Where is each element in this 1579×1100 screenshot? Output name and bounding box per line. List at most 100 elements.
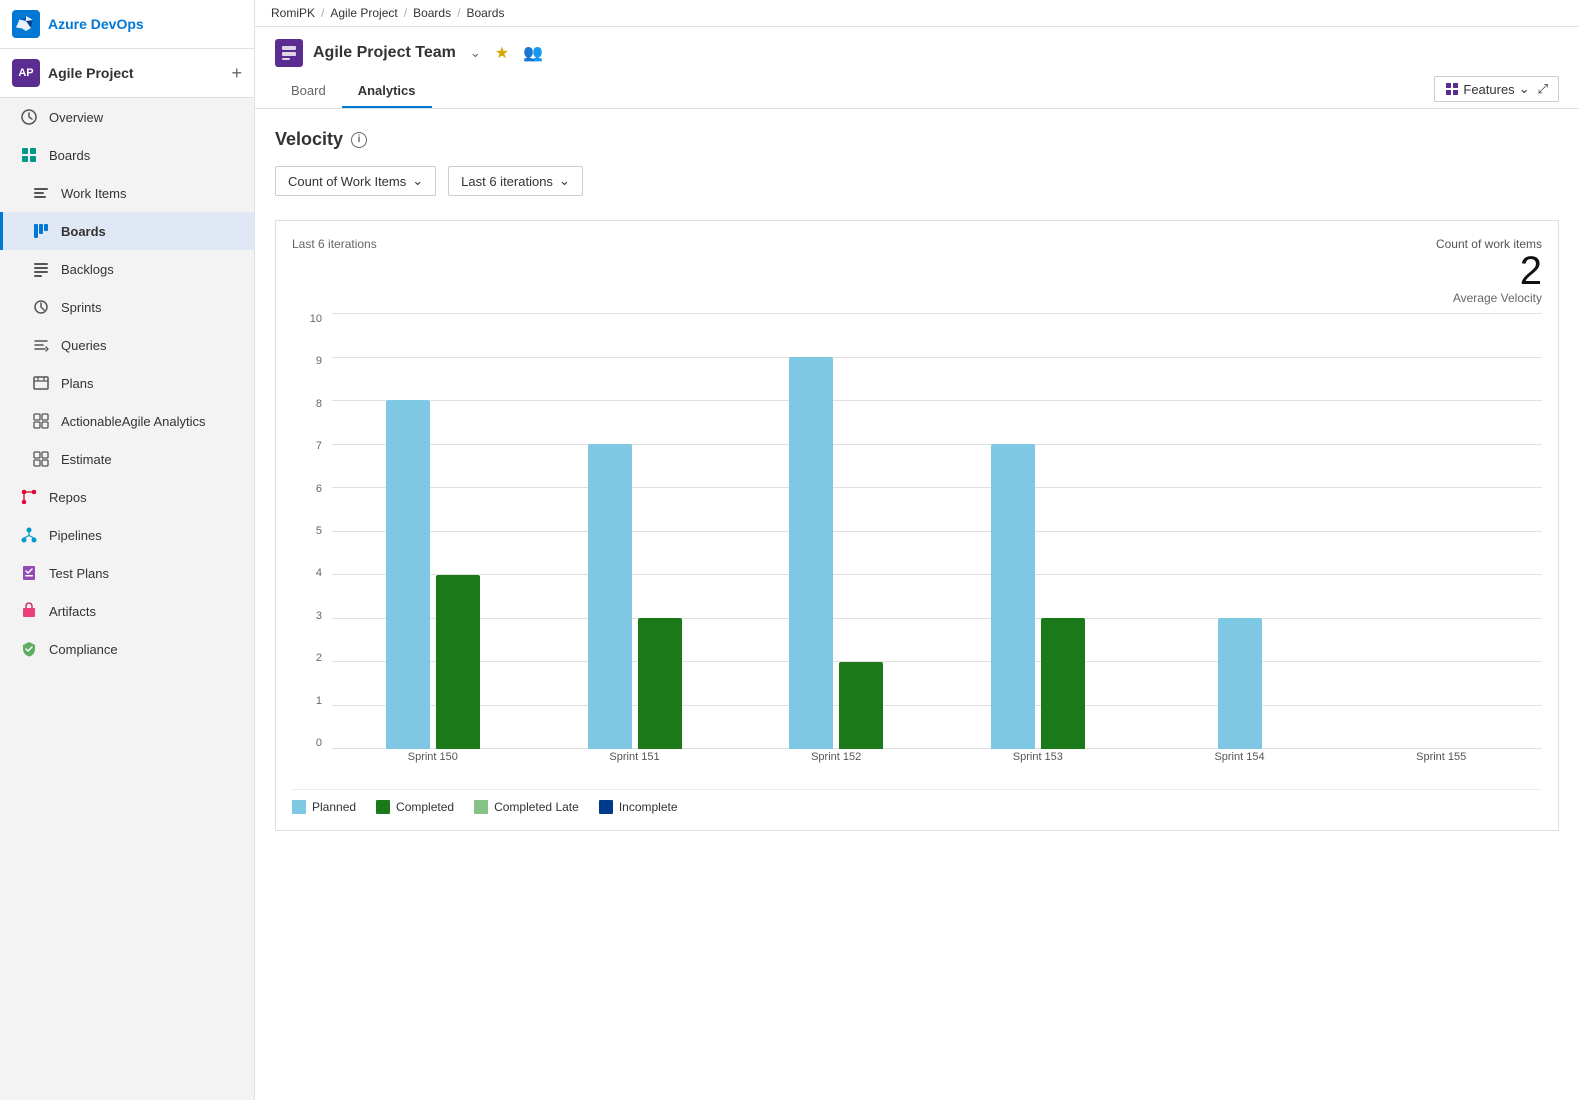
sprint-152-group <box>735 313 937 749</box>
team-name: Agile Project Team <box>313 44 456 62</box>
sprint-154-bars <box>1218 313 1262 749</box>
nav-boards[interactable]: Boards <box>0 212 254 250</box>
people-icon[interactable]: 👥 <box>523 43 543 63</box>
chart-label-right: Count of work items 2 Average Velocity <box>1436 237 1542 305</box>
metric-filter-dropdown[interactable]: Count of Work Items ⌄ <box>275 166 436 196</box>
artifacts-icon <box>19 601 39 621</box>
nav-work-items[interactable]: Work Items <box>0 174 254 212</box>
y-label-3: 3 <box>292 610 328 622</box>
nav-test-plans-label: Test Plans <box>49 566 109 581</box>
breadcrumb: RomiPK / Agile Project / Boards / Boards <box>255 0 1579 27</box>
sprint-152-bars <box>789 313 883 749</box>
repos-icon <box>19 487 39 507</box>
legend-incomplete-label: Incomplete <box>619 800 678 814</box>
section-title: Velocity i <box>275 129 1559 150</box>
nav-test-plans[interactable]: Test Plans <box>0 554 254 592</box>
iteration-filter-dropdown[interactable]: Last 6 iterations ⌄ <box>448 166 583 196</box>
project-name: Agile Project <box>48 65 223 81</box>
nav-backlogs[interactable]: Backlogs <box>0 250 254 288</box>
star-icon[interactable]: ★ <box>495 43 509 63</box>
nav-overview-label: Overview <box>49 110 103 125</box>
breadcrumb-romipk[interactable]: RomiPK <box>271 6 315 20</box>
nav-sprints-label: Sprints <box>61 300 101 315</box>
iteration-filter-label: Last 6 iterations <box>461 174 553 189</box>
features-chevron: ⌄ <box>1519 81 1530 97</box>
brand-header: Azure DevOps <box>0 0 254 49</box>
project-header[interactable]: AP Agile Project + <box>0 49 254 98</box>
team-chevron-icon[interactable]: ⌄ <box>470 45 481 61</box>
x-label-sprint151: Sprint 151 <box>534 751 736 773</box>
tab-board[interactable]: Board <box>275 75 342 108</box>
nav-boards-section[interactable]: Boards <box>0 136 254 174</box>
breadcrumb-agile-project[interactable]: Agile Project <box>330 6 397 20</box>
y-axis: 0 1 2 3 4 5 6 7 8 9 10 <box>292 313 328 749</box>
project-add-button[interactable]: + <box>231 63 242 84</box>
filter-row: Count of Work Items ⌄ Last 6 iterations … <box>275 166 1559 196</box>
nav-artifacts[interactable]: Artifacts <box>0 592 254 630</box>
backlogs-icon <box>31 259 51 279</box>
velocity-chart: Last 6 iterations Count of work items 2 … <box>275 220 1559 831</box>
x-label-sprint152: Sprint 152 <box>735 751 937 773</box>
x-label-sprint153: Sprint 153 <box>937 751 1139 773</box>
nav-estimate[interactable]: Estimate <box>0 440 254 478</box>
legend-completed: Completed <box>376 800 454 814</box>
sprint-153-planned-bar <box>991 444 1035 749</box>
nav-estimate-label: Estimate <box>61 452 112 467</box>
nav-sprints[interactable]: Sprints <box>0 288 254 326</box>
sprint-150-bars <box>386 313 480 749</box>
nav-overview[interactable]: Overview <box>0 98 254 136</box>
y-label-2: 2 <box>292 652 328 664</box>
legend-completed-label: Completed <box>396 800 454 814</box>
breadcrumb-boards2[interactable]: Boards <box>466 6 504 20</box>
breadcrumb-boards[interactable]: Boards <box>413 6 451 20</box>
nav-pipelines[interactable]: Pipelines <box>0 516 254 554</box>
compliance-icon <box>19 639 39 659</box>
legend-completed-late-label: Completed Late <box>494 800 579 814</box>
azure-devops-logo <box>12 10 40 38</box>
nav-backlogs-label: Backlogs <box>61 262 114 277</box>
nav-plans[interactable]: Plans <box>0 364 254 402</box>
sprint-150-completed-bar <box>436 575 480 749</box>
nav-actionable[interactable]: ActionableAgile Analytics <box>0 402 254 440</box>
sprint-153-completed-bar <box>1041 618 1085 749</box>
y-label-6: 6 <box>292 483 328 495</box>
chart-legend: Planned Completed Completed Late Incompl… <box>292 789 1542 814</box>
legend-incomplete: Incomplete <box>599 800 678 814</box>
info-icon[interactable]: i <box>351 132 367 148</box>
y-label-1: 1 <box>292 695 328 707</box>
page-header: Agile Project Team ⌄ ★ 👥 <box>255 27 1579 67</box>
tab-analytics[interactable]: Analytics <box>342 75 432 108</box>
sprint-153-bars <box>991 313 1085 749</box>
nav-queries-label: Queries <box>61 338 107 353</box>
sprint-150-group <box>332 313 534 749</box>
nav-repos[interactable]: Repos <box>0 478 254 516</box>
chart-plot-area <box>332 313 1542 749</box>
nav-compliance[interactable]: Compliance <box>0 630 254 668</box>
estimate-icon <box>31 449 51 469</box>
sprint-154-group <box>1139 313 1341 749</box>
team-icon <box>275 39 303 67</box>
sprint-150-planned-bar <box>386 400 430 749</box>
y-label-0: 0 <box>292 737 328 749</box>
plans-icon <box>31 373 51 393</box>
nav-compliance-label: Compliance <box>49 642 118 657</box>
legend-completed-color <box>376 800 390 814</box>
metric-filter-chevron: ⌄ <box>412 173 423 189</box>
sprint-152-completed-bar <box>839 662 883 749</box>
features-label: Features <box>1463 82 1514 97</box>
nav-pipelines-label: Pipelines <box>49 528 102 543</box>
x-labels: Sprint 150 Sprint 151 Sprint 152 Sprint … <box>332 751 1542 773</box>
iteration-filter-chevron: ⌄ <box>559 173 570 189</box>
content-area: Agile Project Team ⌄ ★ 👥 Board Analytics… <box>255 27 1579 1100</box>
y-label-10: 10 <box>292 313 328 325</box>
features-button[interactable]: Features ⌄ ⤢ <box>1434 76 1559 102</box>
metric-value: 2 <box>1436 251 1542 291</box>
sprint-151-group <box>534 313 736 749</box>
test-plans-icon <box>19 563 39 583</box>
nav-queries[interactable]: Queries <box>0 326 254 364</box>
sprints-icon <box>31 297 51 317</box>
legend-incomplete-color <box>599 800 613 814</box>
expand-icon[interactable]: ⤢ <box>1538 81 1548 97</box>
metric-sub-label: Average Velocity <box>1436 291 1542 305</box>
main-content: RomiPK / Agile Project / Boards / Boards… <box>255 0 1579 1100</box>
